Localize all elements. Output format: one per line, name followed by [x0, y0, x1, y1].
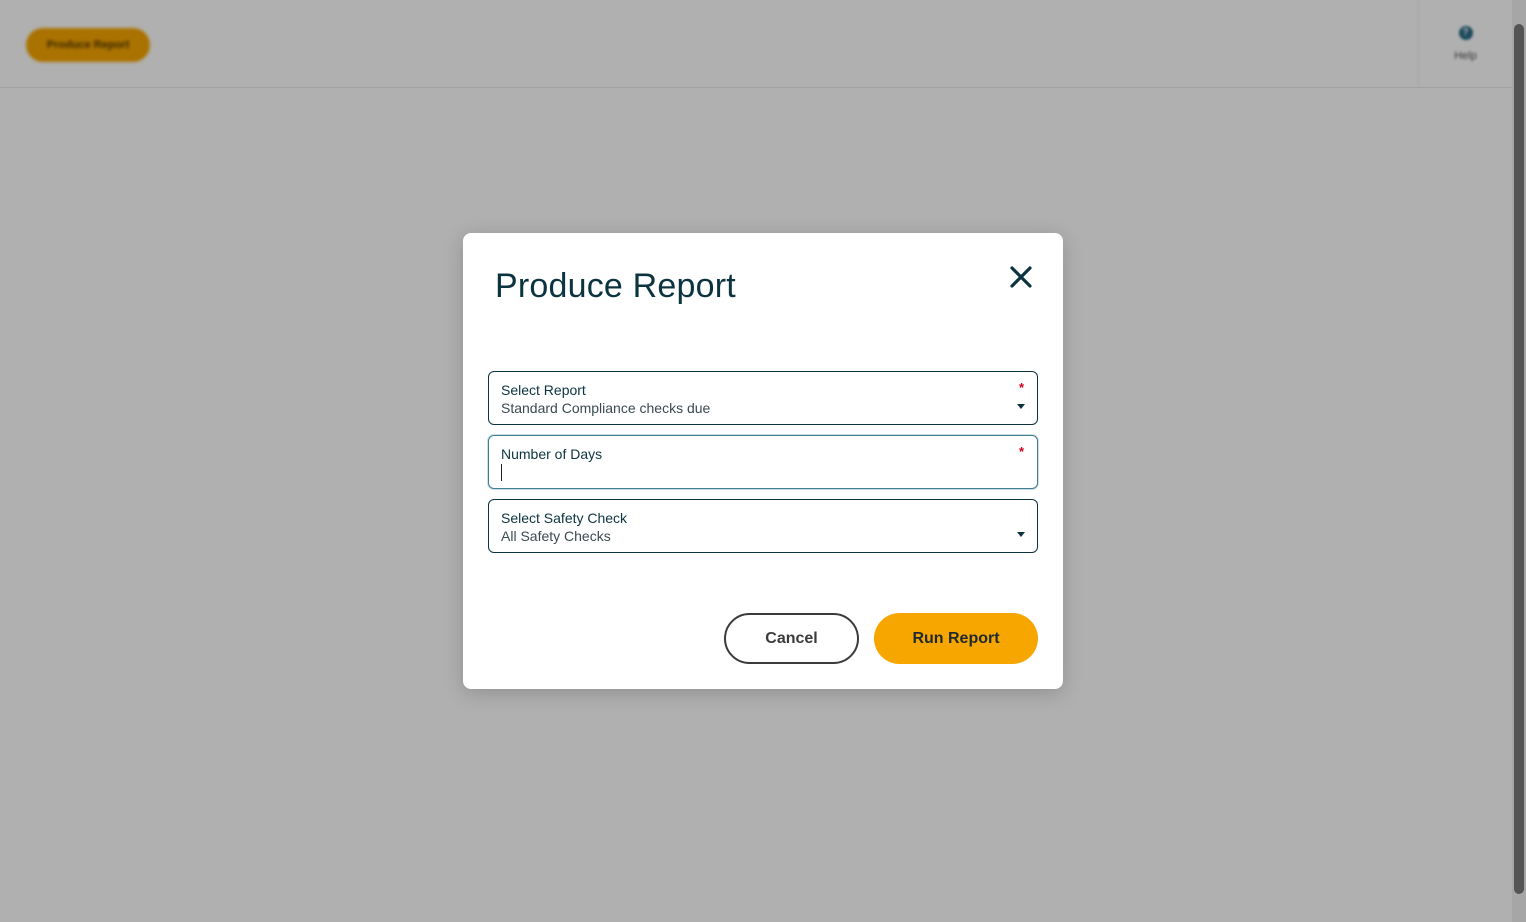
cancel-button[interactable]: Cancel — [724, 613, 859, 664]
text-cursor — [501, 464, 502, 481]
required-indicator: * — [1018, 444, 1024, 459]
select-report-dropdown[interactable]: Select Report Standard Compliance checks… — [488, 371, 1038, 425]
chevron-down-icon — [1017, 404, 1025, 409]
dialog-title: Produce Report — [495, 267, 736, 305]
number-of-days-label: Number of Days — [501, 446, 603, 462]
select-safety-check-label: Select Safety Check — [501, 510, 628, 526]
run-report-button[interactable]: Run Report — [874, 613, 1038, 664]
close-button[interactable] — [1005, 261, 1037, 293]
number-of-days-field[interactable]: Number of Days * — [488, 435, 1038, 489]
produce-report-dialog: Produce Report Select Report Standard Co… — [463, 233, 1063, 689]
select-safety-check-dropdown[interactable]: Select Safety Check All Safety Checks — [488, 499, 1038, 553]
select-report-label: Select Report — [501, 382, 586, 398]
chevron-down-icon — [1017, 532, 1025, 537]
required-indicator: * — [1018, 380, 1024, 395]
select-safety-check-value: All Safety Checks — [501, 528, 611, 544]
select-report-value: Standard Compliance checks due — [501, 400, 711, 416]
close-icon — [1010, 266, 1032, 288]
